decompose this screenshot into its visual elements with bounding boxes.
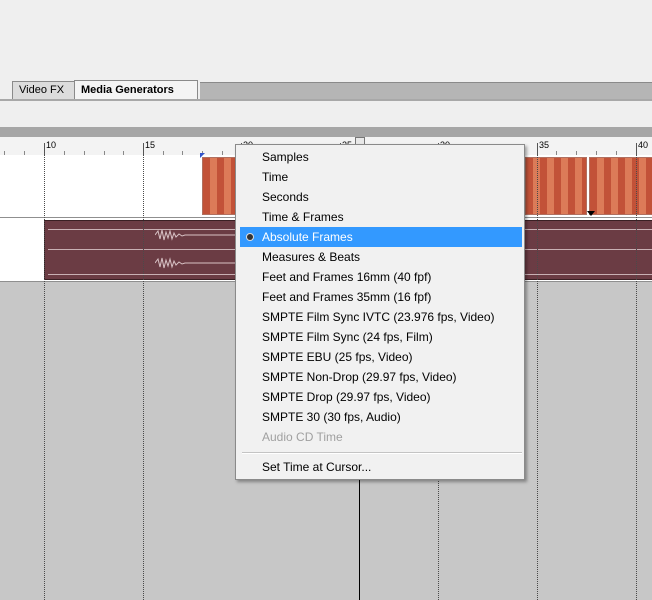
grid-guide-line bbox=[537, 155, 538, 600]
menu-item-time[interactable]: Time bbox=[240, 167, 522, 187]
top-panel-area bbox=[0, 0, 652, 78]
menu-item-absolute-frames[interactable]: Absolute Frames bbox=[240, 227, 522, 247]
video-clip-generated-media[interactable] bbox=[525, 157, 587, 215]
video-clip-generated-media[interactable] bbox=[589, 157, 652, 215]
ruler-label-35: 35 bbox=[539, 140, 550, 150]
clip-marker-icon bbox=[587, 211, 595, 216]
waveform-icon bbox=[155, 229, 235, 241]
menu-item-feet-frames-35mm[interactable]: Feet and Frames 35mm (16 fpf) bbox=[240, 287, 522, 307]
tab-video-fx[interactable]: Video FX bbox=[12, 81, 76, 99]
tab-media-generators[interactable]: Media Generators bbox=[74, 80, 198, 100]
menu-item-smpte-drop[interactable]: SMPTE Drop (29.97 fps, Video) bbox=[240, 387, 522, 407]
grid-guide-line bbox=[636, 155, 637, 600]
ruler-label-10: 10 bbox=[46, 140, 57, 150]
menu-item-smpte-30[interactable]: SMPTE 30 (30 fps, Audio) bbox=[240, 407, 522, 427]
horizontal-scrollbar[interactable] bbox=[0, 127, 652, 137]
ruler-label-15: 15 bbox=[145, 140, 156, 150]
menu-item-smpte-ebu[interactable]: SMPTE EBU (25 fps, Video) bbox=[240, 347, 522, 367]
menu-item-audio-cd-time: Audio CD Time bbox=[262, 430, 343, 444]
menu-item-smpte-film-sync-ivtc[interactable]: SMPTE Film Sync IVTC (23.976 fps, Video) bbox=[240, 307, 522, 327]
menu-item-label: Absolute Frames bbox=[262, 230, 353, 244]
menu-item-samples[interactable]: Samples bbox=[240, 147, 522, 167]
menu-item-smpte-film-sync[interactable]: SMPTE Film Sync (24 fps, Film) bbox=[240, 327, 522, 347]
grid-guide-line bbox=[143, 155, 144, 600]
ruler-tick bbox=[143, 143, 144, 155]
menu-separator bbox=[242, 452, 522, 454]
menu-item-set-time-at-cursor[interactable]: Set Time at Cursor... bbox=[240, 457, 522, 477]
grid-guide-line bbox=[438, 478, 439, 600]
grid-guide-line bbox=[44, 155, 45, 600]
ruler-tick bbox=[537, 143, 538, 155]
clip-fade-handle-icon[interactable] bbox=[200, 153, 205, 158]
radio-selected-icon bbox=[247, 234, 253, 240]
toolbar-area bbox=[0, 101, 652, 127]
ruler-tick bbox=[636, 143, 637, 155]
time-format-context-menu: Samples Time Seconds Time & Frames Absol… bbox=[235, 144, 525, 480]
menu-item-feet-frames-16mm[interactable]: Feet and Frames 16mm (40 fpf) bbox=[240, 267, 522, 287]
menu-item-time-and-frames[interactable]: Time & Frames bbox=[240, 207, 522, 227]
menu-item-seconds[interactable]: Seconds bbox=[240, 187, 522, 207]
ruler-tick bbox=[44, 143, 45, 155]
waveform-icon bbox=[155, 257, 235, 269]
ruler-label-40: 40 bbox=[638, 140, 649, 150]
menu-item-measures-and-beats[interactable]: Measures & Beats bbox=[240, 247, 522, 267]
menu-item-smpte-non-drop[interactable]: SMPTE Non-Drop (29.97 fps, Video) bbox=[240, 367, 522, 387]
